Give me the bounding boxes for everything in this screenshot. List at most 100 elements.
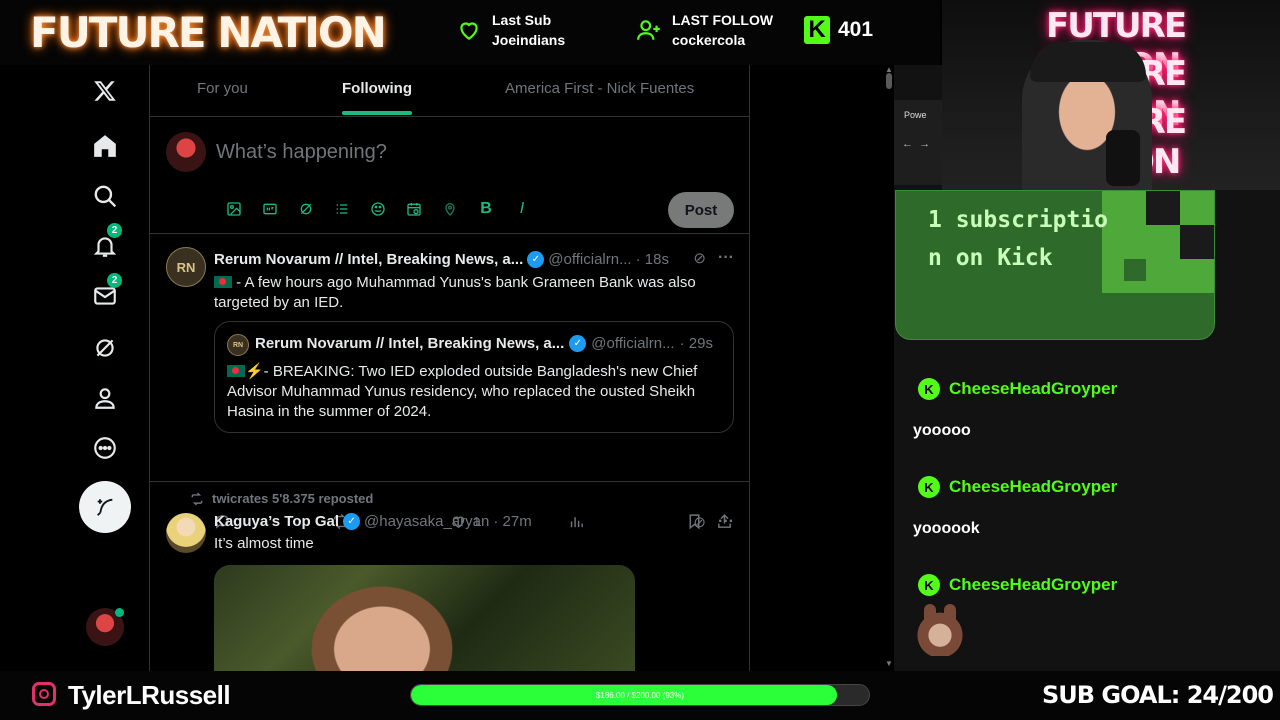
tweet-header: Kaguya’s Top Gal ✓ @hayasaka_aryan · 27m xyxy=(214,513,532,530)
poll-icon[interactable] xyxy=(324,198,360,220)
composer-input[interactable]: What’s happening? xyxy=(216,141,387,164)
tab-america-first[interactable]: America First - Nick Fuentes xyxy=(505,80,694,97)
alert-message: 1 subscription on Kick xyxy=(928,207,1109,271)
repost-context: twicrates 5'8.375 reposted xyxy=(190,491,373,506)
x-logo-icon[interactable] xyxy=(89,75,121,107)
quote-header: Rerum Novarum // Intel, Breaking News, a… xyxy=(255,335,725,352)
messages-badge: 2 xyxy=(107,273,122,288)
sub-goal-label: SUB GOAL: 24/200 xyxy=(1042,681,1274,709)
compose-post-button[interactable] xyxy=(79,481,131,533)
last-sub-label: Last Sub xyxy=(492,12,552,28)
notifications-bell-icon[interactable]: 2 xyxy=(89,223,122,262)
bunny-emote-icon xyxy=(914,604,966,656)
verified-badge-icon: ✓ xyxy=(527,250,545,268)
more-icon[interactable] xyxy=(89,432,121,464)
last-sub-widget: Last Sub Joeindians xyxy=(456,10,565,50)
location-icon[interactable] xyxy=(432,198,468,220)
grok-tool-icon[interactable] xyxy=(288,198,324,220)
post-composer: What’s happening? B I Post xyxy=(150,118,749,234)
tweet-text: It’s almost time xyxy=(214,535,314,552)
verified-badge-icon: ✓ xyxy=(569,335,587,352)
subscription-alert: 1 subscription on Kick xyxy=(895,190,1215,340)
brand-logo: FUTURE NATION xyxy=(30,8,387,57)
x-app-window: 2 2 For you Following America First - Ni… xyxy=(0,65,894,671)
last-follow-name: cockercola xyxy=(672,32,746,48)
composer-toolbar: B I xyxy=(216,198,540,220)
tweet-avatar[interactable] xyxy=(166,513,206,553)
profile-icon[interactable] xyxy=(89,382,121,414)
chat-username[interactable]: K CheeseHeadGroyper xyxy=(918,476,1117,498)
quoted-tweet[interactable]: RN Rerum Novarum // Intel, Breaking News… xyxy=(214,321,734,433)
emoji-icon[interactable] xyxy=(360,198,396,220)
reposted-by[interactable]: twicrates 5'8.375 reposted xyxy=(212,491,373,506)
gif-icon[interactable] xyxy=(252,198,288,220)
schedule-icon[interactable] xyxy=(396,198,432,220)
emote-ear xyxy=(924,604,936,626)
tweet-time[interactable]: · 27m xyxy=(493,513,531,530)
kick-badge-icon: K xyxy=(918,574,940,596)
progress-text: $186.00 / $200.00 (93%) xyxy=(595,690,685,700)
author-name[interactable]: Kaguya’s Top Gal xyxy=(214,513,339,530)
last-follow-label: LAST FOLLOW xyxy=(672,12,774,28)
chat-username[interactable]: K CheeseHeadGroyper xyxy=(918,574,1117,596)
browser-nav-arrows-icon[interactable]: ← → xyxy=(902,138,930,150)
timeline-feed: For you Following America First - Nick F… xyxy=(149,65,750,671)
scroll-down-icon[interactable]: ▼ xyxy=(885,659,893,668)
italic-icon[interactable]: I xyxy=(504,198,540,220)
notification-badge: 2 xyxy=(107,223,122,238)
author-handle[interactable]: @officialrn... xyxy=(548,251,631,268)
pixel-block xyxy=(1146,191,1180,225)
tweet-more-icon[interactable]: ··· xyxy=(718,513,734,531)
stream-bottom-bar: TylerLRussell $186.00 / $200.00 (93%) SU… xyxy=(0,671,1280,720)
heart-icon xyxy=(460,22,478,40)
pixel-art-decoration xyxy=(1102,191,1214,293)
microphone xyxy=(1106,130,1140,186)
image-icon[interactable] xyxy=(216,198,252,220)
messages-mail-icon[interactable]: 2 xyxy=(89,273,122,312)
home-icon[interactable] xyxy=(89,130,121,162)
tweet-text: - A few hours ago Muhammad Yunus's bank … xyxy=(214,274,696,311)
grok-explain-icon[interactable]: ⊘ xyxy=(693,513,706,531)
kick-viewer-count: K 401 xyxy=(804,16,873,44)
chat-text: yooooo xyxy=(913,422,971,439)
bangladesh-flag-icon xyxy=(214,276,232,288)
feather-plus-icon xyxy=(97,498,113,516)
tab-for-you[interactable]: For you xyxy=(197,80,248,97)
chat-username[interactable]: K CheeseHeadGroyper xyxy=(918,378,1117,400)
feed-scrollbar[interactable]: ▲ ▼ xyxy=(884,65,894,671)
browser-tab[interactable]: Powe xyxy=(904,110,927,120)
tweet-video-thumbnail[interactable] xyxy=(214,565,635,671)
verified-badge-icon: ✓ xyxy=(343,513,361,530)
scroll-thumb[interactable] xyxy=(886,73,892,89)
quote-author-name: Rerum Novarum // Intel, Breaking News, a… xyxy=(255,335,565,352)
grok-icon[interactable] xyxy=(89,332,121,364)
browser-window-fragment: Powe ← → xyxy=(894,100,942,185)
tab-following[interactable]: Following xyxy=(342,80,412,97)
tweet-avatar[interactable]: RN xyxy=(166,247,206,287)
bangladesh-flag-icon xyxy=(227,365,245,377)
tweet-more-icon[interactable]: ··· xyxy=(718,249,734,267)
author-name[interactable]: Rerum Novarum // Intel, Breaking News, a… xyxy=(214,251,523,268)
video-frame-person xyxy=(294,571,454,671)
author-handle[interactable]: @hayasaka_aryan xyxy=(364,513,489,530)
search-icon[interactable] xyxy=(89,180,121,212)
active-tab-indicator xyxy=(342,111,412,115)
kick-logo-icon: K xyxy=(804,16,830,44)
online-indicator xyxy=(115,608,124,617)
webcam-feed: FUTURE NATION FUTURE NATION FUTURE NATIO… xyxy=(942,0,1280,190)
quote-author-handle: @officialrn... xyxy=(591,335,675,352)
pixel-block xyxy=(1124,259,1146,281)
last-follow-widget: LAST FOLLOW cockercola xyxy=(636,10,773,50)
tweet[interactable]: RN Rerum Novarum // Intel, Breaking News… xyxy=(150,235,749,530)
bold-icon[interactable]: B xyxy=(468,198,504,220)
post-button[interactable]: Post xyxy=(668,192,734,228)
last-sub-name: Joeindians xyxy=(492,32,566,48)
instagram-handle: TylerLRussell xyxy=(68,680,231,710)
quote-avatar: RN xyxy=(227,334,249,356)
tweet[interactable]: twicrates 5'8.375 reposted Kaguya’s Top … xyxy=(150,483,749,671)
tweet-time[interactable]: · 18s xyxy=(636,251,669,268)
tweet-header: Rerum Novarum // Intel, Breaking News, a… xyxy=(214,249,734,269)
grok-explain-icon[interactable]: ⊘ xyxy=(693,249,706,267)
emote-ear xyxy=(944,604,956,626)
quote-text: ⚡- BREAKING: Two IED exploded outside Ba… xyxy=(227,363,698,420)
